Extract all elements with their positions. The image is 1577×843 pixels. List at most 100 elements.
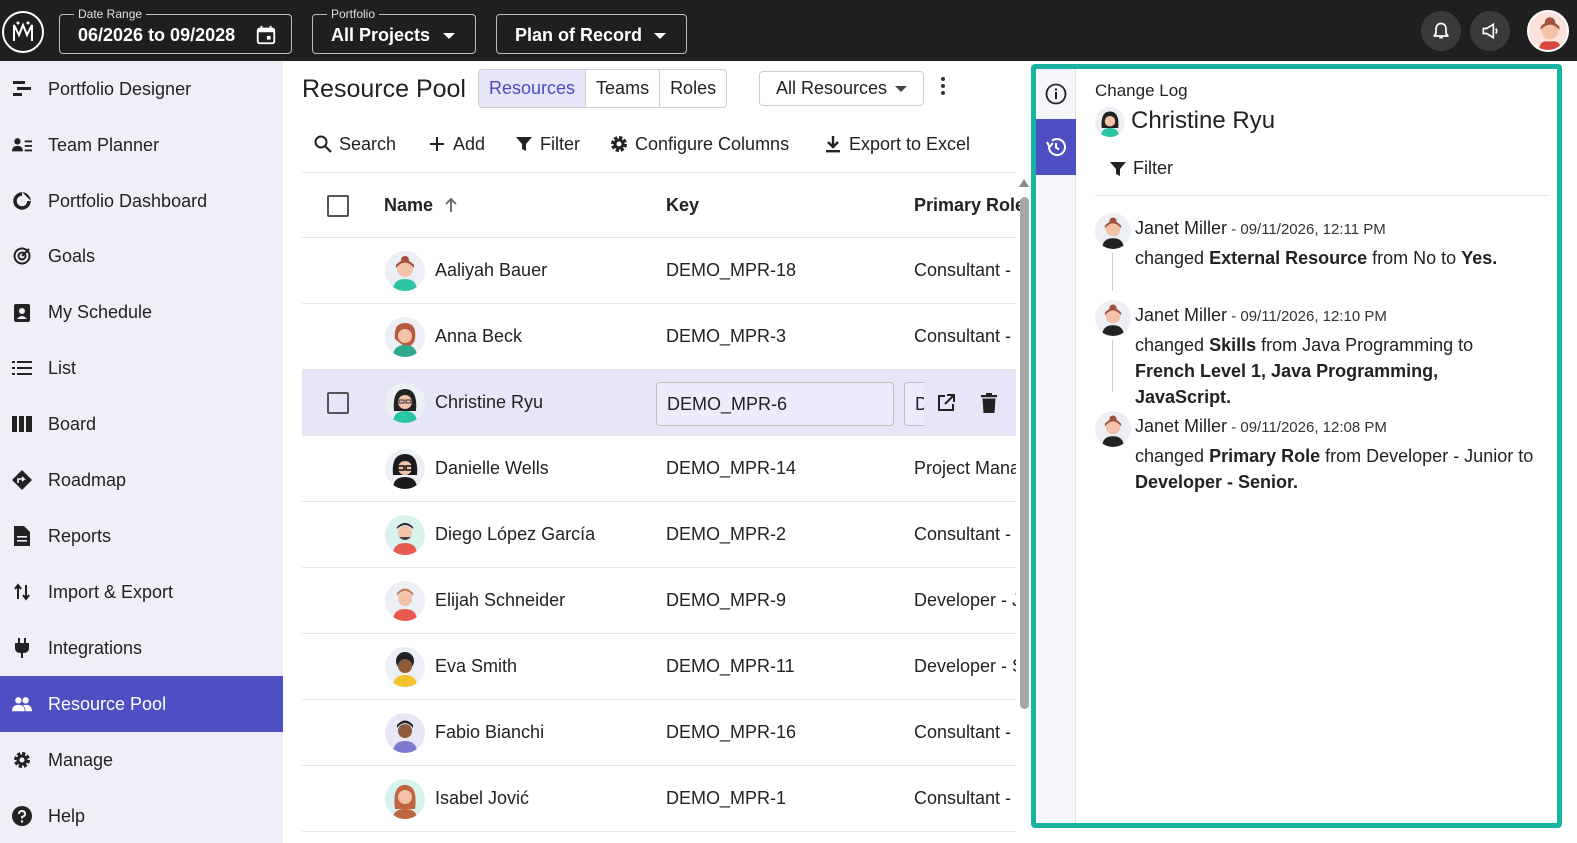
calendar-icon[interactable] [255, 24, 277, 46]
open-external-icon[interactable] [935, 392, 957, 414]
sidebar-item-label: Reports [48, 525, 112, 546]
sidebar-item-roadmap[interactable]: Roadmap [0, 452, 283, 508]
resource-name: Christine Ryu [435, 392, 544, 412]
row-checkbox[interactable] [327, 392, 349, 414]
sidebar-item-resource-pool[interactable]: Resource Pool [0, 676, 283, 732]
sidebar: Portfolio Designer Team Planner Portfoli… [0, 61, 283, 843]
sidebar-item-label: List [48, 357, 77, 378]
sidebar-item-integrations[interactable]: Integrations [0, 620, 283, 676]
change-log-entry: Janet Miller - 09/11/2026, 12:10 PM chan… [1095, 300, 1547, 407]
avatar [1095, 300, 1131, 336]
configure-columns-button[interactable]: Configure Columns [609, 131, 789, 157]
notifications-button[interactable] [1421, 11, 1461, 51]
key-input[interactable]: DEMO_MPR-6 [656, 382, 894, 426]
announcements-button[interactable] [1470, 11, 1510, 51]
avatar [385, 317, 425, 357]
table-row[interactable]: Anna Beck DEMO_MPR-3 Consultant - [302, 304, 1016, 370]
plus-icon [427, 134, 447, 154]
column-header-name[interactable]: Name [384, 195, 458, 216]
resource-key: DEMO_MPR-11 [666, 656, 795, 676]
change-log-panel: Change Log Christine Ryu Filter Janet Mi… [1031, 64, 1562, 828]
sidebar-item-board[interactable]: Board [0, 396, 283, 452]
search-label: Search [339, 133, 397, 154]
resource-key: DEMO_MPR-1 [666, 788, 787, 808]
more-options-icon[interactable] [938, 77, 948, 99]
table-row[interactable]: Fabio Bianchi DEMO_MPR-16 Consultant - [302, 700, 1016, 766]
table-scrollbar[interactable] [1019, 179, 1029, 843]
resource-role: Developer - S [914, 656, 1016, 676]
panel-filter-button[interactable]: Filter [1109, 158, 1173, 179]
page-title: Resource Pool [302, 75, 466, 103]
resource-role: Consultant - [914, 722, 1012, 742]
filter-button[interactable]: Filter [514, 131, 580, 157]
history-icon [1046, 138, 1066, 156]
info-icon [1045, 83, 1067, 105]
sidebar-item-reports[interactable]: Reports [0, 508, 283, 564]
sidebar-item-manage[interactable]: Manage [0, 732, 283, 788]
avatar [1095, 213, 1131, 249]
entry-text: changed Primary Role from Developer - Ju… [1135, 446, 1534, 492]
role-input[interactable]: D [904, 382, 924, 426]
tab-teams[interactable]: Teams [586, 70, 661, 107]
sidebar-item-list[interactable]: List [0, 340, 283, 396]
sidebar-item-label: Goals [48, 245, 96, 266]
sidebar-item-label: Integrations [48, 637, 143, 658]
top-bar: Date Range 06/2026 to 09/2028 Portfolio … [0, 0, 1577, 61]
people-icon [12, 694, 32, 714]
table-row[interactable]: Isabel Jović DEMO_MPR-1 Consultant - [302, 766, 1016, 832]
panel-header: Change Log [1095, 81, 1188, 100]
table-row[interactable]: Elijah Schneider DEMO_MPR-9 Developer - … [302, 568, 1016, 634]
table-row[interactable]: Diego López García DEMO_MPR-2 Consultant… [302, 502, 1016, 568]
export-excel-button[interactable]: Export to Excel [823, 131, 970, 157]
entry-date: 09/11/2026, 12:11 PM [1240, 221, 1386, 238]
date-range-field[interactable]: Date Range 06/2026 to 09/2028 [59, 7, 292, 54]
entry-header: Janet Miller - 09/11/2026, 12:10 PM [1135, 305, 1387, 326]
tab-roles[interactable]: Roles [660, 70, 726, 107]
table-row[interactable]: Aaliyah Bauer DEMO_MPR-18 Consultant - [302, 238, 1016, 304]
resource-role: Developer - J [914, 590, 1016, 610]
date-range-label: Date Range [74, 7, 147, 21]
info-tab[interactable] [1036, 69, 1076, 119]
bell-icon [1433, 22, 1449, 39]
scrollbar-thumb[interactable] [1020, 197, 1029, 709]
tab-resources[interactable]: Resources [479, 70, 587, 107]
table-row-selected[interactable]: Christine Ryu DEMO_MPR-6 D [302, 370, 1016, 436]
sidebar-item-my-schedule[interactable]: My Schedule [0, 284, 283, 340]
column-header-primary-role[interactable]: Primary Role [914, 195, 1025, 216]
sidebar-item-label: Board [48, 413, 97, 434]
select-all-checkbox[interactable] [327, 195, 349, 217]
resource-filter-select[interactable]: All Resources [759, 71, 924, 106]
sidebar-item-label: Help [48, 805, 86, 826]
resource-role: Consultant - [914, 788, 1012, 808]
resource-name: Isabel Jović [435, 788, 530, 808]
table-row[interactable]: Eva Smith DEMO_MPR-11 Developer - S [302, 634, 1016, 700]
portfolio-select[interactable]: Portfolio All Projects [312, 7, 476, 54]
app-logo[interactable] [2, 11, 44, 53]
search-button[interactable]: Search [313, 131, 396, 157]
history-tab[interactable] [1036, 119, 1076, 175]
plan-select[interactable]: Plan of Record [496, 14, 687, 54]
entry-connector [1112, 253, 1113, 291]
portfolio-value: All Projects [331, 25, 431, 45]
sidebar-item-help[interactable]: Help [0, 788, 283, 843]
schedule-icon [12, 302, 32, 322]
roadmap-icon [12, 470, 32, 490]
gear-icon [12, 750, 32, 770]
user-avatar[interactable] [1527, 10, 1569, 52]
add-button[interactable]: Add [427, 131, 485, 157]
column-header-key[interactable]: Key [666, 195, 699, 216]
sidebar-item-portfolio-designer[interactable]: Portfolio Designer [0, 61, 283, 117]
plan-value: Plan of Record [515, 25, 643, 45]
list-icon [12, 358, 32, 378]
sidebar-item-team-planner[interactable]: Team Planner [0, 117, 283, 173]
sidebar-item-label: Roadmap [48, 469, 127, 490]
portfolio-designer-icon [12, 79, 32, 99]
resource-key: DEMO_MPR-9 [666, 590, 787, 610]
sidebar-item-label: My Schedule [48, 301, 153, 322]
scroll-up-icon[interactable] [1019, 179, 1029, 187]
trash-icon[interactable] [978, 392, 1000, 414]
sidebar-item-portfolio-dashboard[interactable]: Portfolio Dashboard [0, 173, 283, 229]
sidebar-item-import-export[interactable]: Import & Export [0, 564, 283, 620]
sidebar-item-goals[interactable]: Goals [0, 228, 283, 284]
table-row[interactable]: Danielle Wells DEMO_MPR-14 Project Mana [302, 436, 1016, 502]
